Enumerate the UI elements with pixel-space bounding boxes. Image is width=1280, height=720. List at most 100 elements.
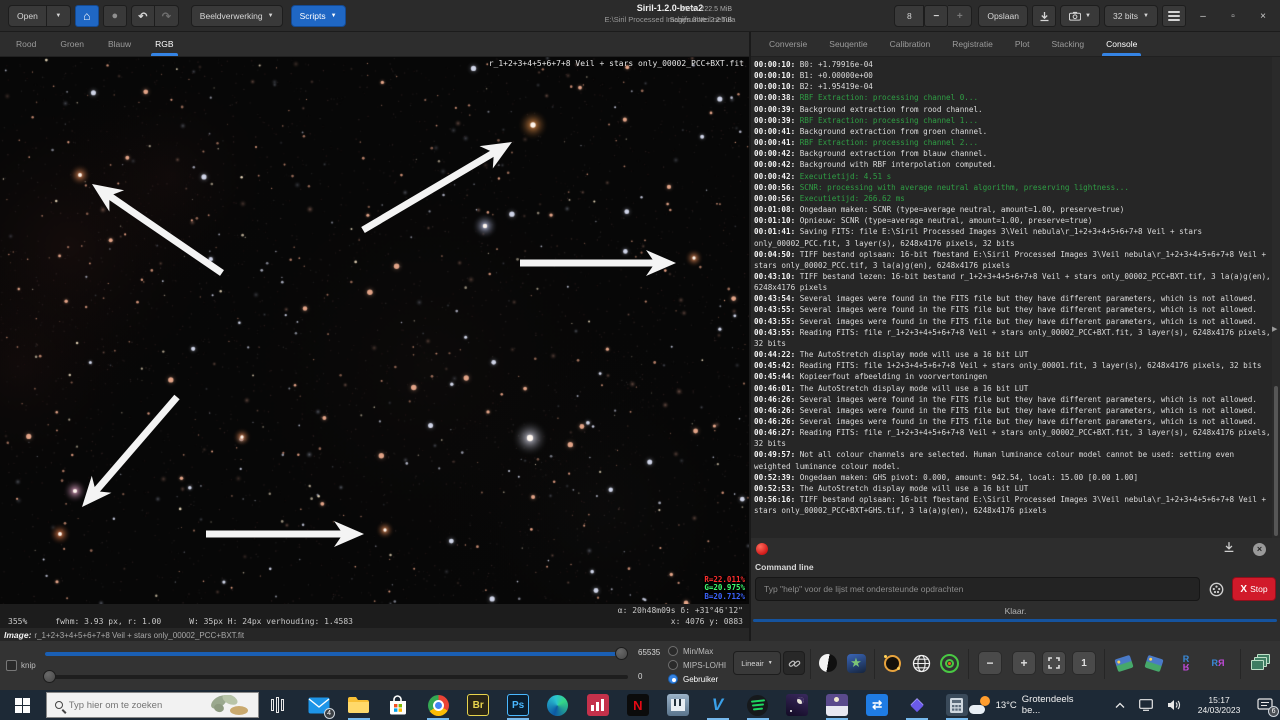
snapshot-button[interactable]: ▼	[1060, 5, 1100, 27]
tab-calibration[interactable]: Calibration	[880, 33, 941, 56]
console-entry: 00:44:22: The AutoStretch display mode w…	[754, 349, 1271, 360]
low-slider-handle[interactable]	[43, 670, 56, 683]
taskbar-app-siril[interactable]: ◆	[905, 693, 929, 717]
zoom-100-button[interactable]: 1	[1072, 651, 1096, 675]
save-button[interactable]: Opslaan	[978, 5, 1028, 27]
console-scrollbar[interactable]	[1272, 57, 1280, 538]
radio-icon-selected[interactable]	[668, 674, 678, 684]
image-viewport[interactable]: r_1+2+3+4+5+6+7+8 Veil + stars only_0000…	[0, 57, 749, 604]
tab-rgb[interactable]: RGB	[145, 33, 183, 56]
high-slider[interactable]	[45, 652, 628, 656]
taskbar-app-bridge[interactable]: Br	[466, 693, 490, 717]
minimize-button[interactable]: –	[1190, 11, 1216, 22]
home-button[interactable]: ⌂	[75, 5, 99, 27]
zoom-in-button[interactable]: +	[1012, 651, 1036, 675]
taskbar-app-sleep[interactable]	[825, 693, 849, 717]
threads-plus-button[interactable]: +	[948, 5, 972, 27]
sequence-frames-button[interactable]	[1248, 651, 1272, 675]
start-button[interactable]	[0, 690, 46, 720]
taskbar-app-store[interactable]	[386, 693, 410, 717]
taskbar-weather[interactable]: 13°C Grotendeels be...	[969, 694, 1094, 716]
download-icon	[1223, 541, 1235, 553]
command-input[interactable]	[755, 577, 1200, 601]
scale-mode-dropdown[interactable]: Lineair ▼	[733, 651, 781, 675]
scripts-menu-button[interactable]: Scripts ▼	[291, 5, 346, 27]
radio-icon[interactable]	[668, 646, 678, 656]
taskbar-app-music[interactable]	[666, 693, 690, 717]
flip-vertical-button[interactable]: RR	[1174, 651, 1198, 675]
tab-console[interactable]: Console	[1096, 33, 1147, 56]
taskbar-app-nightsky[interactable]	[785, 693, 809, 717]
taskbar-app-explorer[interactable]	[347, 693, 371, 717]
taskbar-app-v[interactable]: V	[706, 693, 730, 717]
export-log-button[interactable]	[1223, 540, 1235, 558]
mode-user[interactable]: Gebruiker	[668, 674, 718, 684]
main-menu-button[interactable]	[1162, 5, 1186, 27]
console-log[interactable]: 00:00:10: B0: +1.79916e-0400:00:10: B1: …	[751, 57, 1272, 538]
maximize-button[interactable]: ▫	[1220, 11, 1246, 22]
image-processing-menu-button[interactable]: Beeldverwerking ▼	[191, 5, 283, 27]
taskbar-app-chrome[interactable]	[426, 693, 450, 717]
tab-rood[interactable]: Rood	[6, 33, 46, 56]
tab-sequentie[interactable]: Seuqentie	[819, 33, 877, 56]
taskbar-app-netflix[interactable]: N	[626, 693, 650, 717]
radio-icon[interactable]	[668, 660, 678, 670]
taskbar-app-calculator[interactable]	[945, 693, 969, 717]
taskbar-app-edge[interactable]	[546, 693, 570, 717]
star-mask-button[interactable]: ★	[844, 651, 868, 675]
taskbar-app-charts[interactable]	[586, 693, 610, 717]
undo-button[interactable]: ↶	[131, 5, 155, 27]
mode-mips[interactable]: MIPS-LO/HI	[668, 660, 726, 670]
taskbar-app-teamviewer[interactable]: ⇄	[865, 693, 889, 717]
network-tray-button[interactable]	[1139, 699, 1153, 711]
negative-view-button[interactable]	[816, 651, 840, 675]
command-history-button[interactable]	[1204, 577, 1228, 601]
taskbar-app-mail[interactable]: 4	[307, 693, 331, 717]
high-slider-handle[interactable]	[615, 647, 628, 660]
stop-button[interactable]: X Stop	[1232, 577, 1276, 601]
clip-checkbox[interactable]	[6, 660, 17, 671]
search-input[interactable]	[69, 700, 189, 711]
tab-blauw[interactable]: Blauw	[98, 33, 141, 56]
clear-log-button[interactable]: ×	[1253, 543, 1266, 556]
link-channels-button[interactable]	[783, 651, 805, 675]
task-view-button[interactable]	[265, 690, 291, 720]
photometry-button[interactable]	[937, 651, 961, 675]
tab-registratie[interactable]: Registratie	[942, 33, 1003, 56]
pane-expander-icon[interactable]: ▶	[1272, 325, 1277, 333]
console-entry: 00:00:38: RBF Extraction: processing cha…	[754, 92, 1271, 103]
threads-minus-button[interactable]: −	[924, 5, 948, 27]
spotify-icon	[747, 695, 768, 716]
logging-indicator-icon[interactable]	[756, 543, 768, 555]
zoom-fit-button[interactable]	[1042, 651, 1066, 675]
bit-depth-dropdown[interactable]: 32 bits ▼	[1104, 5, 1158, 27]
tab-conversie[interactable]: Conversie	[759, 33, 817, 56]
rotate-right-button[interactable]	[1142, 651, 1166, 675]
threads-value[interactable]: 8	[894, 5, 924, 27]
tab-plot[interactable]: Plot	[1005, 33, 1040, 56]
astrometry-button[interactable]	[909, 651, 933, 675]
stop-label: Stop	[1250, 584, 1268, 594]
tray-expand-button[interactable]	[1115, 702, 1125, 709]
clip-label: knip	[21, 661, 36, 670]
mode-minmax[interactable]: Min/Max	[668, 646, 713, 656]
record-button[interactable]: ●	[103, 5, 127, 27]
zoom-out-button[interactable]: −	[978, 651, 1002, 675]
taskbar-clock[interactable]: 15:17 24/03/2023	[1198, 695, 1241, 715]
volume-tray-button[interactable]	[1167, 699, 1181, 711]
low-slider[interactable]	[45, 675, 628, 679]
taskbar-app-photoshop[interactable]: Ps	[506, 693, 530, 717]
taskbar-app-spotify[interactable]	[746, 693, 770, 717]
tab-groen[interactable]: Groen	[50, 33, 94, 56]
export-button[interactable]	[1032, 5, 1056, 27]
tab-stacking[interactable]: Stacking	[1042, 33, 1095, 56]
rotate-left-button[interactable]	[1112, 651, 1136, 675]
flip-horizontal-button[interactable]: RR	[1206, 651, 1230, 675]
open-button[interactable]: Open	[8, 5, 47, 27]
close-button[interactable]: ×	[1250, 11, 1276, 22]
psf-stars-button[interactable]	[880, 651, 904, 675]
taskbar-search[interactable]	[46, 692, 259, 718]
action-center-button[interactable]: 6	[1250, 690, 1280, 720]
open-dropdown-button[interactable]: ▼	[47, 5, 71, 27]
redo-button[interactable]: ↷	[155, 5, 179, 27]
